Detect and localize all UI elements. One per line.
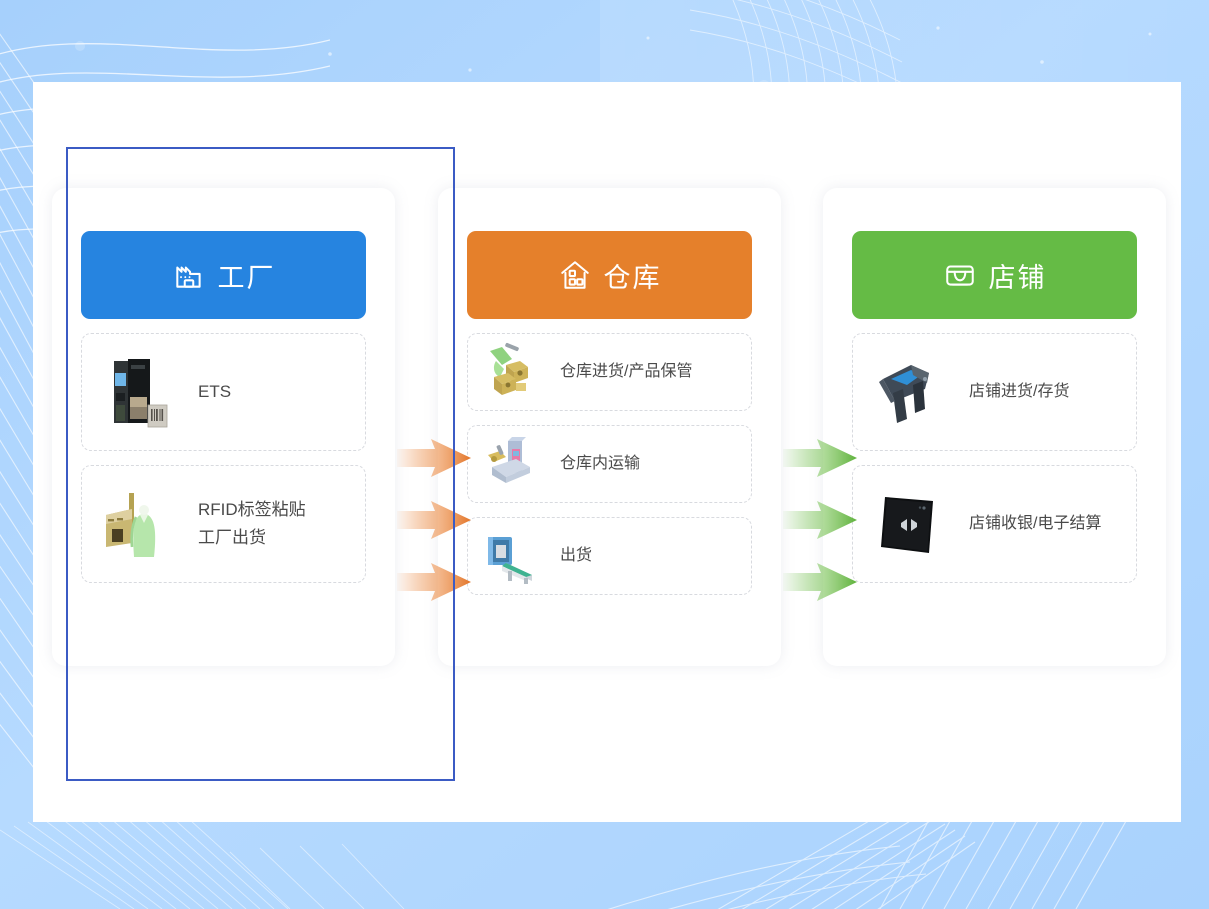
card-label-warehouse-receiving: 仓库进货/产品保管 (560, 362, 693, 380)
card-factory-ets[interactable]: ETS (81, 333, 366, 451)
column-store[interactable]: 店铺 店铺进货/存货 店铺收银/电子结算 (823, 188, 1166, 666)
column-header-store: 店铺 (852, 231, 1137, 319)
arrow-group-factory-to-warehouse (395, 437, 473, 603)
arrow-orange-3 (397, 563, 471, 601)
card-store-checkout[interactable]: 店铺收银/电子结算 (852, 465, 1137, 583)
arrow-green-2 (783, 501, 857, 539)
arrow-orange-2 (397, 501, 471, 539)
card-list-store: 店铺进货/存货 店铺收银/电子结算 (852, 333, 1137, 583)
arrow-orange-1 (397, 439, 471, 477)
card-label-factory-ets: ETS (198, 381, 232, 401)
column-header-factory: 工厂 (81, 231, 366, 319)
rfid-payment-pad-image (867, 481, 953, 567)
column-header-label-factory: 工厂 (217, 262, 276, 293)
card-label-warehouse-transport: 仓库内运输 (560, 454, 641, 472)
conveyor-shipping-image (482, 525, 544, 587)
handheld-rfid-reader-image (867, 349, 953, 435)
card-label-warehouse-shipping: 出货 (560, 546, 593, 564)
arrow-group-warehouse-to-store (781, 437, 859, 603)
robot-arm-boxes-image (482, 341, 544, 403)
card-list-warehouse: 仓库进货/产品保管 仓库内运输 出货 (467, 333, 752, 595)
warehouse-transport-image (482, 433, 544, 495)
card-warehouse-shipping[interactable]: 出货 (467, 517, 752, 595)
factory-icon (172, 258, 206, 292)
column-header-label-store: 店铺 (988, 262, 1047, 293)
column-header-label-warehouse: 仓库 (603, 262, 662, 293)
card-label-store-receiving: 店铺进货/存货 (969, 382, 1070, 400)
arrow-green-3 (783, 563, 857, 601)
card-warehouse-receiving[interactable]: 仓库进货/产品保管 (467, 333, 752, 411)
rfid-tagging-image (96, 481, 182, 567)
column-header-warehouse: 仓库 (467, 231, 752, 319)
storefront-icon (943, 258, 977, 292)
label-printer-image (96, 349, 182, 435)
card-list-factory: ETS RFID标签粘贴 工厂出货 (81, 333, 366, 583)
supply-chain-flow-diagram: 工厂 ETS RFID标签粘贴 工厂出货 仓库 仓库进货/产品保管 仓库内运输 … (33, 82, 1181, 822)
warehouse-house-icon (558, 258, 592, 292)
card-label-store-checkout: 店铺收银/电子结算 (969, 514, 1102, 532)
card-factory-rfid-tagging[interactable]: RFID标签粘贴 工厂出货 (81, 465, 366, 583)
arrow-green-1 (783, 439, 857, 477)
card-store-receiving[interactable]: 店铺进货/存货 (852, 333, 1137, 451)
column-factory[interactable]: 工厂 ETS RFID标签粘贴 工厂出货 (52, 188, 395, 666)
card-warehouse-transport[interactable]: 仓库内运输 (467, 425, 752, 503)
column-warehouse[interactable]: 仓库 仓库进货/产品保管 仓库内运输 出货 (438, 188, 781, 666)
card-label-factory-rfid-tagging: RFID标签粘贴 工厂出货 (198, 499, 306, 547)
